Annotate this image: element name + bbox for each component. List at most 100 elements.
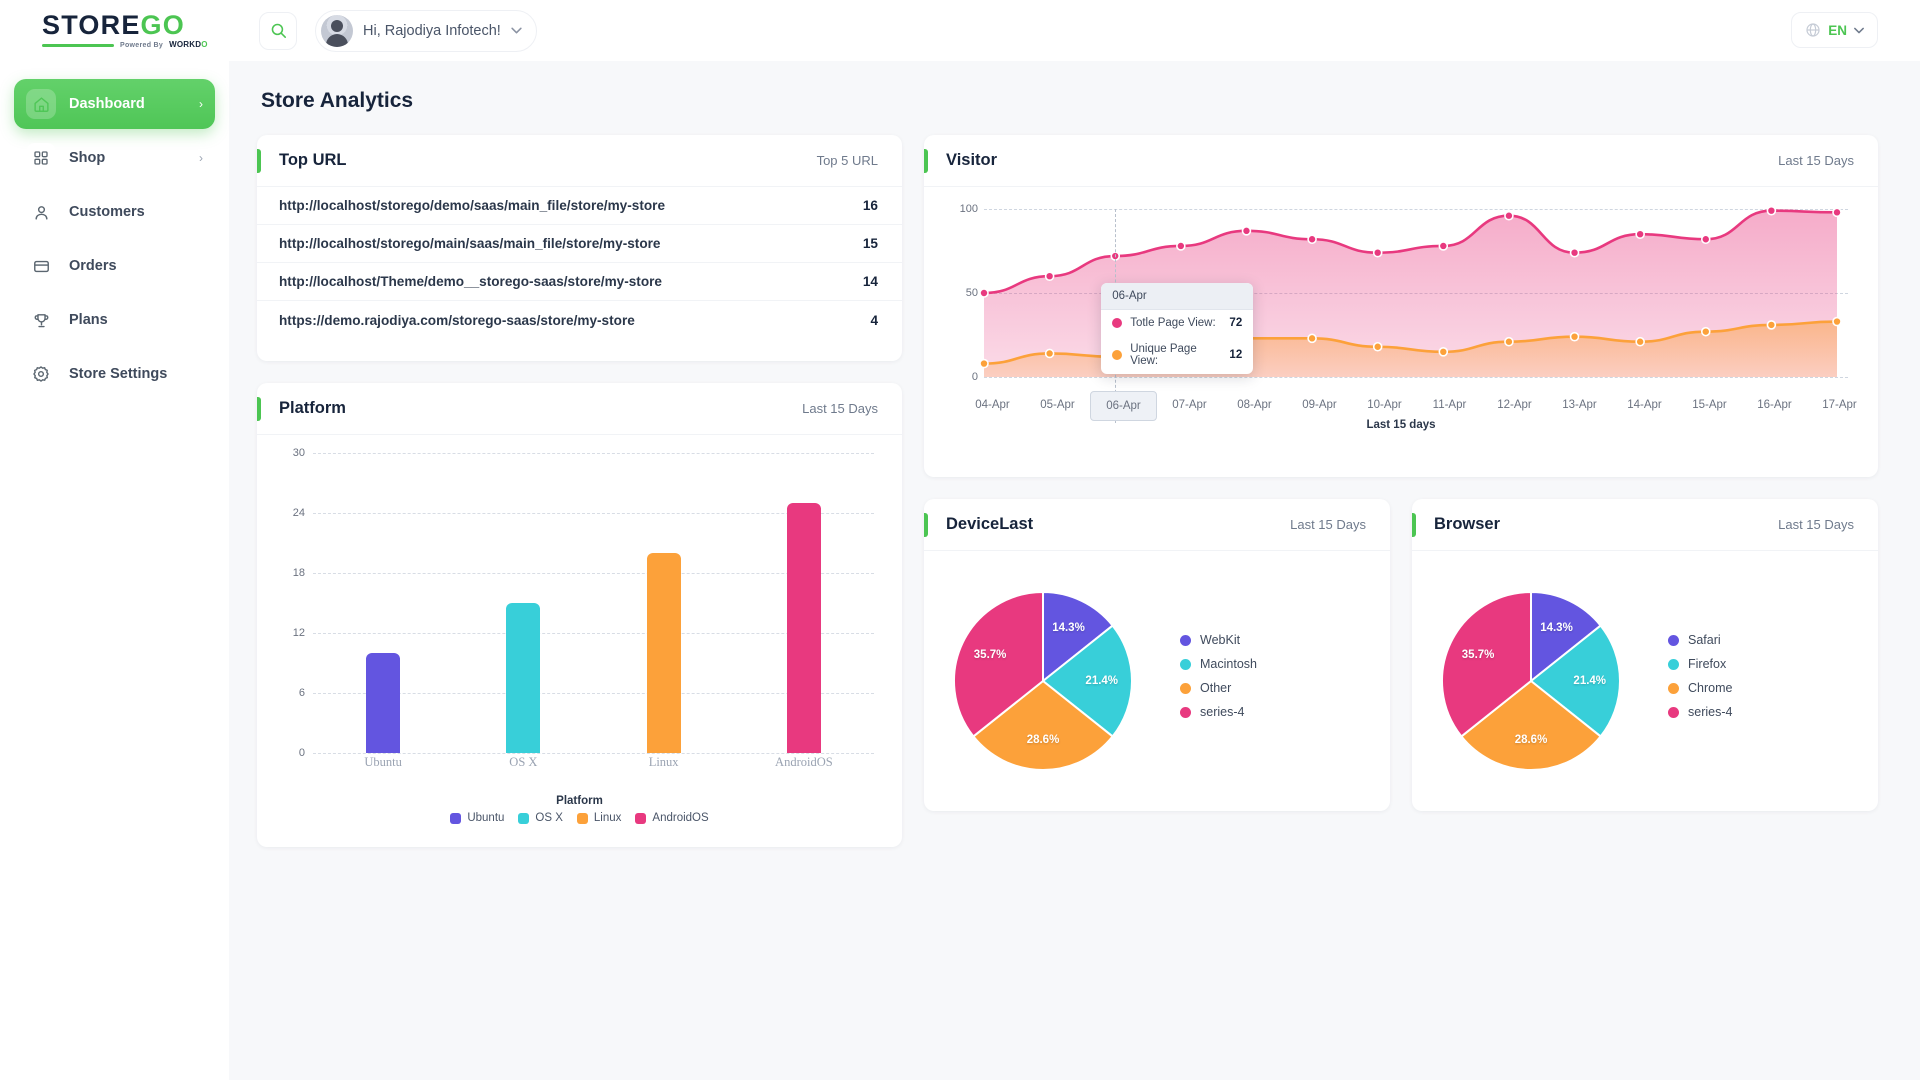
chevron-right-icon: › — [199, 97, 203, 111]
legend-item[interactable]: Other — [1180, 681, 1257, 695]
data-point[interactable] — [1374, 343, 1382, 351]
y-axis-tick: 0 — [954, 371, 978, 383]
legend-item[interactable]: Linux — [577, 812, 622, 824]
x-axis-tick: Linux — [594, 755, 734, 770]
legend-item[interactable]: Macintosh — [1180, 657, 1257, 671]
logo-store-text: STORE — [42, 10, 141, 40]
gear-icon — [26, 359, 56, 389]
platform-chart: 0612182430UbuntuOS XLinuxAndroidOS Platf… — [257, 435, 902, 847]
table-row[interactable]: http://localhost/storego/demo/saas/main_… — [257, 187, 902, 225]
y-axis-tick: 30 — [279, 447, 305, 459]
sidebar-item-plans[interactable]: Plans — [14, 295, 215, 345]
card-title: Platform — [257, 399, 346, 418]
data-point[interactable] — [1505, 338, 1513, 346]
device-pie-chart: 14.3%21.4%28.6%35.7% WebKitMacintoshOthe… — [924, 551, 1390, 811]
data-point[interactable] — [1505, 212, 1513, 220]
data-point[interactable] — [980, 289, 988, 297]
table-row[interactable]: http://localhost/storego/main/saas/main_… — [257, 225, 902, 263]
x-axis-tick[interactable]: 07-Apr — [1157, 399, 1222, 421]
tooltip-row: Totle Page View:72 — [1101, 310, 1253, 336]
card-icon — [26, 251, 56, 281]
legend-swatch — [577, 813, 588, 824]
sidebar-item-label: Plans — [69, 312, 203, 328]
legend-label: OS X — [535, 812, 562, 824]
logo-go-text: GO — [141, 10, 185, 40]
data-point[interactable] — [1177, 242, 1185, 250]
logo-workdo-text: WORKDO — [169, 41, 208, 49]
user-menu[interactable]: Hi, Rajodiya Infotech! — [315, 10, 537, 52]
data-point[interactable] — [1571, 333, 1579, 341]
chevron-right-icon: › — [199, 151, 203, 165]
data-point[interactable] — [1636, 338, 1644, 346]
sidebar-item-shop[interactable]: Shop› — [14, 133, 215, 183]
data-point[interactable] — [1833, 208, 1841, 216]
x-axis-tick[interactable]: 17-Apr — [1807, 399, 1872, 421]
x-axis-tick[interactable]: 15-Apr — [1677, 399, 1742, 421]
browser-legend: Safari Firefox Chrome series-4 — [1668, 633, 1732, 729]
legend-item[interactable]: OS X — [518, 812, 562, 824]
page-title: Store Analytics — [261, 89, 1878, 113]
sidebar-item-dashboard[interactable]: Dashboard› — [14, 79, 215, 129]
bar-os-x[interactable] — [506, 603, 540, 753]
legend-item[interactable]: series-4 — [1668, 705, 1732, 719]
bar-cell — [734, 453, 874, 753]
x-axis-tick[interactable]: 13-Apr — [1547, 399, 1612, 421]
legend-item[interactable]: series-4 — [1180, 705, 1257, 719]
data-point[interactable] — [1374, 249, 1382, 257]
x-axis-tick[interactable]: 12-Apr — [1482, 399, 1547, 421]
legend-item[interactable]: WebKit — [1180, 633, 1257, 647]
data-point[interactable] — [1833, 318, 1841, 326]
legend-item[interactable]: Firefox — [1668, 657, 1732, 671]
sidebar-item-store-settings[interactable]: Store Settings — [14, 349, 215, 399]
language-selector[interactable]: EN — [1791, 12, 1878, 48]
data-point[interactable] — [1767, 321, 1775, 329]
x-axis-tick[interactable]: 14-Apr — [1612, 399, 1677, 421]
bar-ubuntu[interactable] — [366, 653, 400, 753]
tooltip-value: 12 — [1229, 349, 1242, 361]
bar-androidos[interactable] — [787, 503, 821, 753]
x-axis-tick[interactable]: 09-Apr — [1287, 399, 1352, 421]
x-axis-tick[interactable]: 06-Apr — [1090, 391, 1157, 421]
search-button[interactable] — [259, 12, 297, 50]
data-point[interactable] — [1439, 348, 1447, 356]
bar-linux[interactable] — [647, 553, 681, 753]
data-point[interactable] — [1046, 272, 1054, 280]
card-title: DeviceLast — [924, 515, 1033, 534]
table-row[interactable]: https://demo.rajodiya.com/storego-saas/s… — [257, 301, 902, 339]
data-point[interactable] — [980, 360, 988, 368]
x-axis-tick[interactable]: 16-Apr — [1742, 399, 1807, 421]
data-point[interactable] — [1702, 235, 1710, 243]
sidebar-item-customers[interactable]: Customers — [14, 187, 215, 237]
bar-cell — [453, 453, 593, 753]
url-cell: https://demo.rajodiya.com/storego-saas/s… — [279, 313, 635, 328]
app-logo[interactable]: STOREGO Powered By WORKDO — [0, 12, 229, 49]
legend-item[interactable]: Safari — [1668, 633, 1732, 647]
legend-item[interactable]: AndroidOS — [635, 812, 708, 824]
visitor-chart: 050100 04-Apr05-Apr06-Apr07-Apr08-Apr09-… — [924, 187, 1878, 477]
data-point[interactable] — [1767, 207, 1775, 215]
tooltip-swatch — [1112, 350, 1122, 360]
data-point[interactable] — [1571, 249, 1579, 257]
data-point[interactable] — [1242, 227, 1250, 235]
platform-card: Platform Last 15 Days 0612182430UbuntuOS… — [257, 383, 902, 847]
url-cell: http://localhost/storego/demo/saas/main_… — [279, 198, 665, 213]
table-row[interactable]: http://localhost/Theme/demo__storego-saa… — [257, 263, 902, 301]
accent-bar — [257, 149, 261, 173]
sidebar-item-label: Customers — [69, 204, 203, 220]
data-point[interactable] — [1308, 235, 1316, 243]
url-cell: http://localhost/Theme/demo__storego-saa… — [279, 274, 662, 289]
legend-item[interactable]: Chrome — [1668, 681, 1732, 695]
sidebar-item-orders[interactable]: Orders — [14, 241, 215, 291]
x-axis-tick[interactable]: 04-Apr — [960, 399, 1025, 421]
x-axis-tick[interactable]: 10-Apr — [1352, 399, 1417, 421]
data-point[interactable] — [1046, 349, 1054, 357]
x-axis-tick[interactable]: 05-Apr — [1025, 399, 1090, 421]
x-axis-tick[interactable]: 08-Apr — [1222, 399, 1287, 421]
legend-item[interactable]: Ubuntu — [450, 812, 504, 824]
data-point[interactable] — [1439, 242, 1447, 250]
data-point[interactable] — [1308, 334, 1316, 342]
card-meta: Top 5 URL — [817, 153, 878, 168]
data-point[interactable] — [1636, 230, 1644, 238]
x-axis-tick[interactable]: 11-Apr — [1417, 399, 1482, 421]
data-point[interactable] — [1702, 328, 1710, 336]
